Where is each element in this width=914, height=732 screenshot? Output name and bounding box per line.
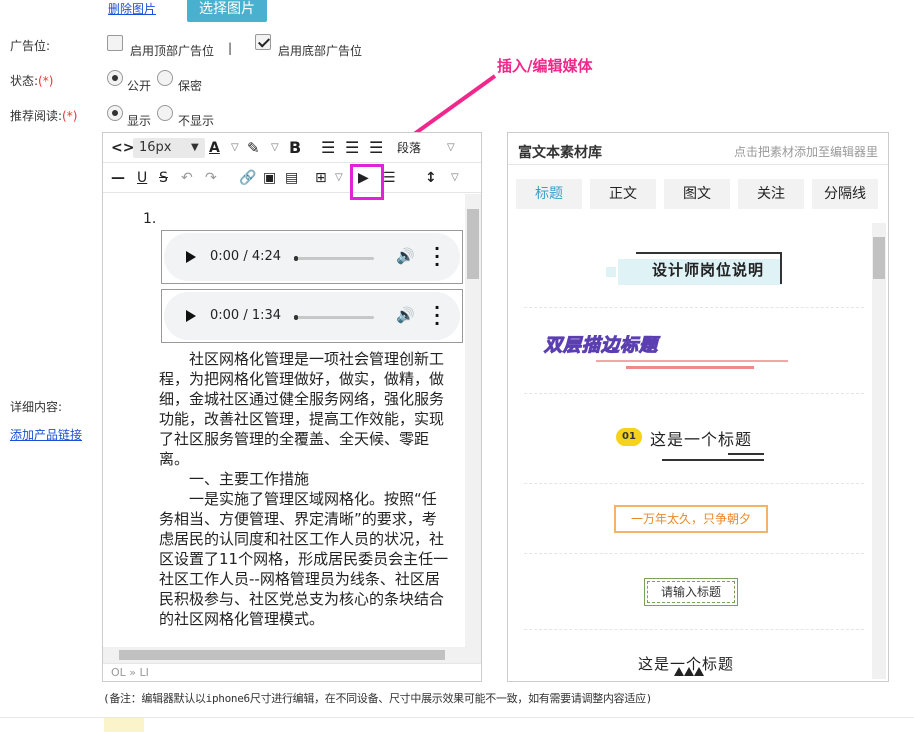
sample-title-3[interactable]: 这是一个标题 bbox=[650, 426, 752, 450]
source-code-icon[interactable]: <> bbox=[111, 138, 134, 158]
sample-title-2[interactable]: 双层描边标题 bbox=[544, 331, 658, 357]
align-center-icon[interactable]: ☰ bbox=[345, 138, 359, 158]
editor-note: (备注：编辑器默认以iphone6尺寸进行编辑，在不同设备、尺寸中展示效果可能不… bbox=[103, 692, 653, 705]
yellow-tag bbox=[104, 718, 144, 732]
editor-vertical-scrollbar[interactable] bbox=[465, 194, 481, 663]
horizontal-rule-icon[interactable]: — bbox=[111, 168, 125, 188]
more-options-icon[interactable]: · · · bbox=[434, 300, 440, 332]
audio-progress[interactable] bbox=[294, 256, 374, 261]
audio-time: 0:00 / 4:24 bbox=[210, 249, 282, 264]
audio-progress[interactable] bbox=[294, 315, 374, 320]
rich-text-editor[interactable]: <> 16px ▼ A ▽ ✎ ▽ B ☰ ☰ ☰ 段落 ▽ — U S ↶ ↷ … bbox=[102, 132, 482, 682]
sample-underline bbox=[728, 453, 764, 455]
audio-player[interactable]: 0:00 / 4:24 🔊 · · · bbox=[161, 230, 463, 284]
audio-time: 0:00 / 1:34 bbox=[210, 308, 282, 323]
chevron-down-icon[interactable]: ▽ bbox=[271, 138, 279, 158]
sample-number-badge[interactable]: 01 bbox=[616, 428, 642, 446]
delete-image-link[interactable]: 删除图片 bbox=[108, 0, 156, 17]
highlight-pen-icon[interactable]: ✎ bbox=[247, 138, 260, 158]
redo-icon[interactable]: ↷ bbox=[205, 168, 217, 188]
line-height-icon[interactable]: ↕ bbox=[425, 168, 437, 188]
play-icon[interactable] bbox=[186, 251, 196, 263]
align-right-icon[interactable]: ☰ bbox=[369, 138, 383, 158]
ad-label: 广告位: bbox=[10, 39, 51, 53]
status-private-radio[interactable] bbox=[157, 70, 173, 86]
table-icon[interactable]: ⊞ bbox=[315, 168, 327, 188]
font-size-select[interactable]: 16px ▼ bbox=[133, 138, 205, 158]
choose-image-button[interactable]: 选择图片 bbox=[187, 0, 267, 22]
top-ad-label: 启用顶部广告位 bbox=[130, 44, 215, 58]
editor-toolbar-row-1: <> 16px ▼ A ▽ ✎ ▽ B ☰ ☰ ☰ 段落 ▽ bbox=[103, 133, 481, 163]
chevron-down-icon: ▼ bbox=[191, 142, 199, 153]
font-color-icon[interactable]: A bbox=[209, 138, 220, 158]
paragraph: 一是实施了管理区域网格化。按照“任务相当、方便管理、界定清晰”的要求，考虑居民的… bbox=[159, 490, 449, 628]
sample-title-4[interactable]: 一万年太久，只争朝夕 bbox=[614, 505, 768, 533]
status-private-label: 保密 bbox=[178, 79, 203, 93]
volume-icon[interactable]: 🔊 bbox=[396, 247, 415, 265]
list-number: 1. bbox=[143, 211, 157, 227]
top-ad-checkbox[interactable] bbox=[107, 35, 123, 51]
tab-image-text[interactable]: 图文 bbox=[664, 179, 730, 209]
paragraph-format-select[interactable]: 段落 bbox=[397, 138, 421, 158]
recommend-label: 推荐阅读:(*) bbox=[10, 109, 78, 123]
recommend-show-label: 显示 bbox=[127, 114, 152, 128]
status-label: 状态:(*) bbox=[10, 74, 54, 88]
sample-underline bbox=[626, 366, 754, 369]
underline-icon[interactable]: U bbox=[137, 168, 147, 188]
editor-horizontal-scrollbar[interactable] bbox=[103, 647, 465, 663]
tab-divider[interactable]: 分隔线 bbox=[812, 179, 878, 209]
ad-separator: | bbox=[228, 41, 233, 55]
tab-body[interactable]: 正文 bbox=[590, 179, 656, 209]
triangle-decoration bbox=[674, 667, 684, 676]
play-icon[interactable] bbox=[186, 310, 196, 322]
chevron-down-icon[interactable]: ▽ bbox=[231, 138, 239, 158]
material-library-panel: 富文本素材库 点击把素材添加至编辑器里 标题 正文 图文 关注 分隔线 设计师岗… bbox=[507, 132, 889, 682]
chevron-down-icon[interactable]: ▽ bbox=[451, 168, 459, 188]
ordered-list-icon[interactable]: ☰ bbox=[383, 168, 396, 188]
more-options-icon[interactable]: · · · bbox=[434, 241, 440, 273]
image-icon[interactable]: ▣ bbox=[263, 168, 276, 188]
status-public-radio[interactable] bbox=[107, 70, 123, 86]
bold-icon[interactable]: B bbox=[289, 138, 301, 158]
paragraph: 一、主要工作措施 bbox=[159, 470, 310, 488]
annotation-label: 插入/编辑媒体 bbox=[497, 57, 593, 75]
paragraph: 社区网格化管理是一项社会管理创新工程，为把网格化管理做好，做实，做精，做细，金城… bbox=[159, 350, 445, 468]
editor-toolbar-row-2: — U S ↶ ↷ 🔗 ▣ ▤ ⊞ ▽ ▶ ☰ ↕ ▽ bbox=[103, 163, 481, 193]
strikethrough-icon[interactable]: S bbox=[159, 168, 168, 188]
multi-image-icon[interactable]: ▤ bbox=[285, 168, 298, 188]
status-public-label: 公开 bbox=[127, 79, 152, 93]
link-icon[interactable]: 🔗 bbox=[239, 168, 256, 188]
recommend-hide-radio[interactable] bbox=[157, 105, 173, 121]
detail-label: 详细内容: bbox=[10, 400, 63, 414]
volume-icon[interactable]: 🔊 bbox=[396, 306, 415, 324]
align-left-icon[interactable]: ☰ bbox=[321, 138, 335, 158]
library-scrollbar[interactable] bbox=[872, 223, 886, 679]
sample-list: 设计师岗位说明 双层描边标题 01 这是一个标题 一万年太久，只争朝夕 请输入标… bbox=[516, 223, 872, 679]
library-tip: 点击把素材添加至编辑器里 bbox=[733, 145, 878, 159]
triangle-decoration bbox=[694, 667, 704, 676]
bottom-ad-checkbox[interactable] bbox=[255, 34, 271, 50]
editor-content[interactable]: 1. 0:00 / 4:24 🔊 · · · 0:00 / 1:34 🔊 · · · 社… bbox=[103, 194, 465, 663]
recommend-hide-label: 不显示 bbox=[178, 114, 215, 128]
sample-title-1[interactable]: 设计师岗位说明 bbox=[606, 251, 782, 285]
recommend-show-radio[interactable] bbox=[107, 105, 123, 121]
library-title: 富文本素材库 bbox=[518, 145, 602, 161]
chevron-down-icon[interactable]: ▽ bbox=[447, 138, 455, 158]
element-path: OL » LI bbox=[103, 663, 481, 681]
sample-underline bbox=[662, 459, 764, 461]
tab-title[interactable]: 标题 bbox=[516, 179, 582, 209]
sample-title-5[interactable]: 请输入标题 bbox=[644, 578, 738, 606]
sample-underline bbox=[596, 360, 788, 362]
chevron-down-icon[interactable]: ▽ bbox=[335, 168, 343, 188]
triangle-decoration bbox=[684, 667, 694, 676]
tab-follow[interactable]: 关注 bbox=[738, 179, 804, 209]
audio-player[interactable]: 0:00 / 1:34 🔊 · · · bbox=[161, 289, 463, 343]
add-product-link[interactable]: 添加产品链接 bbox=[10, 426, 82, 443]
undo-icon[interactable]: ↶ bbox=[181, 168, 193, 188]
bottom-ad-label: 启用底部广告位 bbox=[278, 44, 363, 58]
